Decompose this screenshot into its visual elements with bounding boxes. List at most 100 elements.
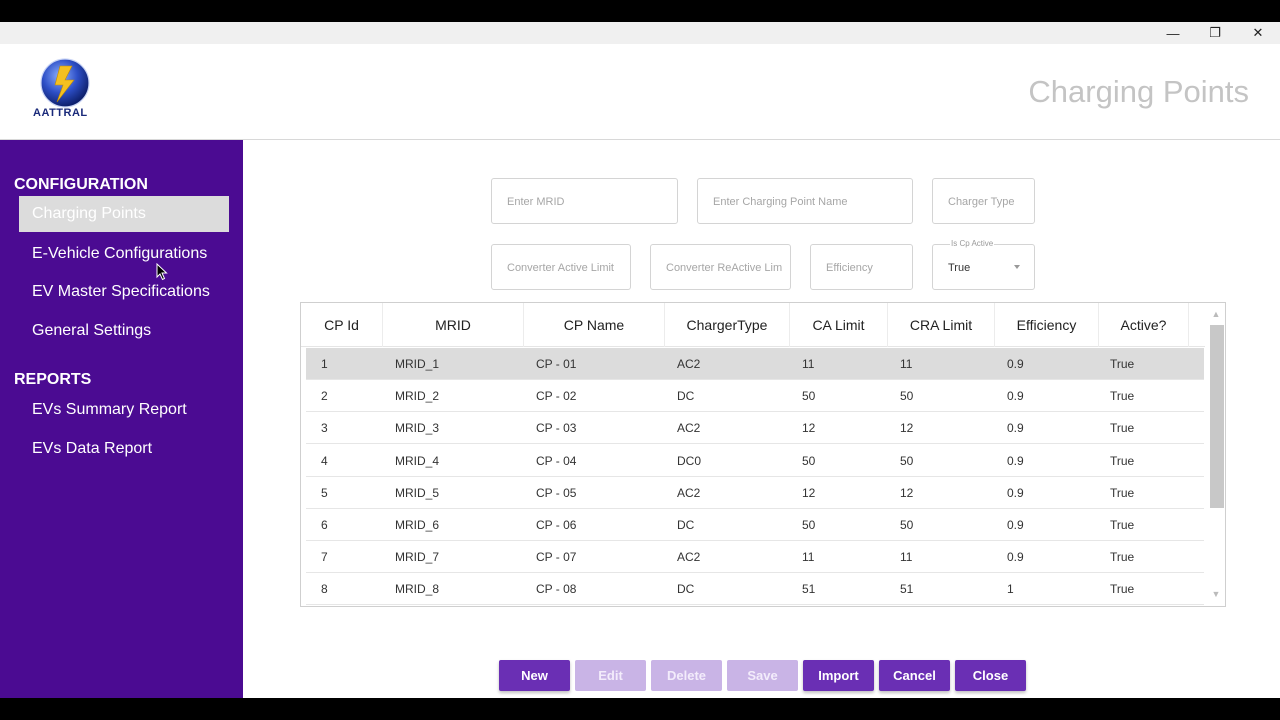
- cell-cra-limit: 11: [900, 357, 913, 371]
- column-header-cp-id[interactable]: CP Id: [301, 303, 383, 347]
- charger-type-input[interactable]: Charger Type: [932, 178, 1035, 224]
- cell-cp-name: CP - 07: [536, 550, 577, 565]
- efficiency-input[interactable]: Efficiency: [810, 244, 913, 290]
- restore-icon[interactable]: ❐: [1195, 22, 1235, 44]
- cell-cra-limit: 50: [900, 453, 914, 468]
- column-header-cra-limit[interactable]: CRA Limit: [888, 303, 995, 347]
- import-button[interactable]: Import: [803, 660, 874, 691]
- window-titlebar: — ❐ ✕: [0, 22, 1280, 44]
- minimize-icon[interactable]: —: [1153, 22, 1193, 44]
- cell-active: True: [1110, 582, 1135, 597]
- cell-mrid: MRID_8: [395, 582, 440, 597]
- cell-charger-type: AC2: [677, 357, 701, 371]
- cell-cp-id: 2: [321, 389, 328, 404]
- column-header-efficiency[interactable]: Efficiency: [995, 303, 1099, 347]
- table-row[interactable]: 2 MRID_2 CP - 02 DC 50 50 0.9 True: [306, 380, 1204, 413]
- cell-mrid: MRID_7: [395, 550, 440, 565]
- is-cp-active-value: True: [948, 262, 971, 274]
- charging-point-name-input[interactable]: Enter Charging Point Name: [697, 178, 913, 224]
- cell-charger-type: AC2: [677, 421, 701, 436]
- cell-cp-id: 5: [321, 485, 328, 500]
- is-cp-active-select[interactable]: Is Cp Active True: [932, 238, 1035, 290]
- column-header-charger-type[interactable]: ChargerType: [665, 303, 790, 347]
- new-button[interactable]: New: [499, 660, 570, 691]
- cell-mrid: MRID_2: [395, 389, 440, 404]
- sidebar-item-evs-data-report[interactable]: EVs Data Report: [19, 431, 229, 467]
- cell-charger-type: DC0: [677, 453, 702, 468]
- cell-efficiency: 0.9: [1007, 421, 1024, 436]
- cell-cp-id: 3: [321, 421, 328, 436]
- cell-efficiency: 0.9: [1007, 485, 1024, 500]
- cell-mrid: MRID_5: [395, 485, 440, 500]
- reports-heading: REPORTS: [14, 371, 92, 388]
- column-header-mrid[interactable]: MRID: [383, 303, 524, 347]
- sidebar-item-general-settings[interactable]: General Settings: [19, 313, 229, 349]
- sidebar-item-e-vehicle-configurations[interactable]: E-Vehicle Configurations: [19, 236, 229, 272]
- converter-active-limit-input[interactable]: Converter Active Limit: [491, 244, 631, 290]
- cell-cp-name: CP - 01: [536, 357, 577, 371]
- cell-charger-type: DC: [677, 582, 695, 597]
- cell-ca-limit: 50: [802, 389, 816, 404]
- sidebar-item-evs-summary-report[interactable]: EVs Summary Report: [19, 392, 229, 428]
- table-header: CP Id MRID CP Name ChargerType CA Limit …: [301, 303, 1205, 347]
- delete-button[interactable]: Delete: [651, 660, 722, 691]
- edit-button[interactable]: Edit: [575, 660, 646, 691]
- cell-efficiency: 0.9: [1007, 550, 1024, 565]
- cell-cp-id: 6: [321, 518, 328, 532]
- converter-reactive-limit-input[interactable]: Converter ReActive Lim: [650, 244, 791, 290]
- mrid-input[interactable]: Enter MRID: [491, 178, 678, 224]
- charging-points-table: CP Id MRID CP Name ChargerType CA Limit …: [300, 302, 1226, 607]
- cell-ca-limit: 11: [802, 357, 815, 371]
- cell-active: True: [1110, 357, 1135, 371]
- is-cp-active-label: Is Cp Active: [950, 238, 995, 250]
- cell-cra-limit: 12: [900, 421, 914, 436]
- table-row[interactable]: 7 MRID_7 CP - 07 AC2 11 11 0.9 True: [306, 541, 1204, 574]
- cell-ca-limit: 12: [802, 421, 816, 436]
- aattral-logo-icon: [40, 58, 90, 108]
- sidebar-item-charging-points[interactable]: Charging Points: [19, 196, 229, 232]
- cell-cp-id: 4: [321, 453, 328, 468]
- close-icon[interactable]: ✕: [1238, 22, 1278, 44]
- cancel-button[interactable]: Cancel: [879, 660, 950, 691]
- table-scrollbar[interactable]: ▲ ▼: [1205, 303, 1225, 606]
- close-button[interactable]: Close: [955, 660, 1026, 691]
- cell-cp-name: CP - 04: [536, 453, 577, 468]
- sidebar: CONFIGURATION Charging Points E-Vehicle …: [0, 140, 243, 698]
- table-row[interactable]: 6 MRID_6 CP - 06 DC 50 50 0.9 True: [306, 509, 1204, 541]
- column-header-cp-name[interactable]: CP Name: [524, 303, 665, 347]
- cell-efficiency: 0.9: [1007, 357, 1024, 371]
- save-button[interactable]: Save: [727, 660, 798, 691]
- scrollbar-thumb[interactable]: [1210, 325, 1224, 508]
- page-title: Charging Points: [1028, 74, 1249, 109]
- table-row[interactable]: 1 MRID_1 CP - 01 AC2 11 11 0.9 True: [306, 348, 1204, 380]
- cell-cp-name: CP - 06: [536, 518, 577, 532]
- cell-active: True: [1110, 550, 1135, 565]
- cell-ca-limit: 50: [802, 518, 816, 532]
- table-row[interactable]: 3 MRID_3 CP - 03 AC2 12 12 0.9 True: [306, 412, 1204, 445]
- cell-cp-name: CP - 08: [536, 582, 577, 597]
- app-header: AATTRAL Charging Points: [0, 44, 1280, 140]
- column-header-ca-limit[interactable]: CA Limit: [790, 303, 888, 347]
- cell-cra-limit: 11: [900, 550, 913, 565]
- mouse-cursor-icon: [156, 263, 168, 281]
- table-row[interactable]: 4 MRID_4 CP - 04 DC0 50 50 0.9 True: [306, 445, 1204, 477]
- cell-efficiency: 0.9: [1007, 518, 1024, 532]
- scroll-up-icon[interactable]: ▲: [1211, 309, 1221, 319]
- column-header-active[interactable]: Active?: [1099, 303, 1189, 347]
- cell-active: True: [1110, 485, 1135, 500]
- cell-efficiency: 0.9: [1007, 389, 1024, 404]
- cell-mrid: MRID_1: [395, 357, 440, 371]
- scroll-down-icon[interactable]: ▼: [1211, 589, 1221, 599]
- cell-mrid: MRID_6: [395, 518, 440, 532]
- cell-ca-limit: 12: [802, 485, 816, 500]
- cell-active: True: [1110, 453, 1135, 468]
- cell-cp-name: CP - 05: [536, 485, 577, 500]
- cell-cra-limit: 51: [900, 582, 914, 597]
- cell-charger-type: DC: [677, 518, 695, 532]
- cell-cp-name: CP - 03: [536, 421, 577, 436]
- table-row[interactable]: 5 MRID_5 CP - 05 AC2 12 12 0.9 True: [306, 477, 1204, 509]
- cell-charger-type: AC2: [677, 550, 701, 565]
- sidebar-item-ev-master-specifications[interactable]: EV Master Specifications: [19, 274, 229, 310]
- table-row[interactable]: 8 MRID_8 CP - 08 DC 51 51 1 True: [306, 573, 1204, 606]
- cell-ca-limit: 11: [802, 550, 815, 565]
